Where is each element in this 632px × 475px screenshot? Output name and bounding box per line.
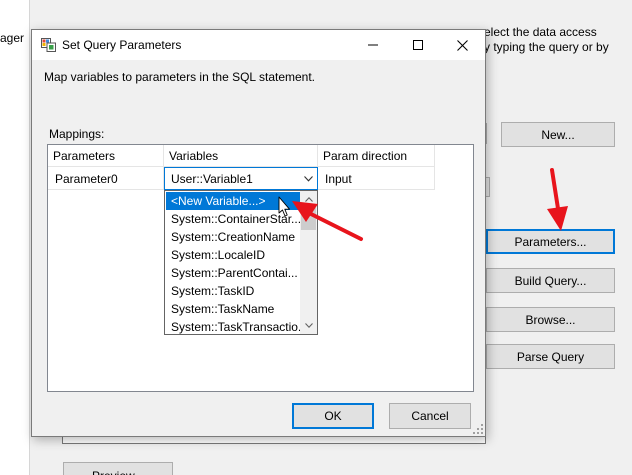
app-icon: [41, 38, 56, 52]
scroll-thumb[interactable]: [301, 208, 316, 230]
dropdown-item[interactable]: System::LocaleID: [166, 246, 300, 264]
preview-button[interactable]: Preview...: [63, 462, 173, 475]
column-header-param-direction[interactable]: Param direction: [318, 145, 435, 167]
column-header-parameters[interactable]: Parameters: [48, 145, 164, 167]
variable-combobox[interactable]: User::Variable1: [164, 167, 318, 190]
background-left-label: ager: [0, 31, 25, 45]
dropdown-item[interactable]: System::TaskName: [166, 300, 300, 318]
dialog-title: Set Query Parameters: [62, 38, 182, 52]
minimize-icon: [367, 44, 378, 46]
background-left-panel: [0, 0, 30, 475]
column-header-variables[interactable]: Variables: [164, 145, 318, 167]
build-query-button[interactable]: Build Query...: [486, 268, 615, 293]
close-icon: [457, 39, 468, 51]
grid-header: Parameters Variables Param direction: [48, 145, 435, 167]
parameters-button[interactable]: Parameters...: [486, 229, 615, 254]
background-description-line1: elect the data access: [484, 25, 597, 39]
browse-button[interactable]: Browse...: [486, 307, 615, 332]
dropdown-item[interactable]: System::ParentContai...: [166, 264, 300, 282]
dropdown-item[interactable]: System::CreationName: [166, 228, 300, 246]
close-button[interactable]: [440, 30, 485, 60]
parse-query-button[interactable]: Parse Query: [486, 344, 615, 369]
dropdown-item[interactable]: System::TaskID: [166, 282, 300, 300]
dropdown-item[interactable]: System::TaskTransactio...: [166, 318, 300, 334]
cancel-button[interactable]: Cancel: [389, 403, 471, 429]
maximize-button[interactable]: [395, 30, 440, 60]
scroll-up-icon: [304, 197, 313, 202]
dropdown-item[interactable]: System::ContainerStar...: [166, 210, 300, 228]
dialog-description: Map variables to parameters in the SQL s…: [44, 70, 316, 84]
new-button[interactable]: New...: [501, 122, 615, 147]
resize-grip-icon[interactable]: [473, 424, 483, 434]
mappings-label: Mappings:: [49, 127, 105, 141]
ok-button[interactable]: OK: [292, 403, 374, 429]
background-query-field: [62, 436, 486, 444]
variable-combobox-value: User::Variable1: [171, 172, 253, 186]
maximize-icon: [412, 40, 423, 50]
scroll-up-button[interactable]: [300, 191, 317, 208]
combobox-dropdown-button[interactable]: [300, 168, 317, 189]
background-description-line2: y typing the query or by: [484, 40, 609, 54]
scroll-down-icon: [304, 323, 313, 328]
dropdown-scrollbar[interactable]: [300, 191, 317, 334]
set-query-parameters-dialog: Set Query Parameters Map variables to pa…: [31, 29, 486, 437]
chevron-down-icon: [304, 175, 313, 182]
background-description: elect the data access y typing the query…: [484, 25, 632, 55]
scroll-down-button[interactable]: [300, 317, 317, 334]
dialog-titlebar[interactable]: Set Query Parameters: [32, 30, 485, 60]
cell-parameter[interactable]: Parameter0: [48, 167, 164, 190]
mappings-grid[interactable]: Parameters Variables Param direction Par…: [47, 144, 474, 392]
dropdown-item-new-variable[interactable]: <New Variable...>: [166, 192, 300, 210]
minimize-button[interactable]: [350, 30, 395, 60]
cell-param-direction[interactable]: Input: [318, 167, 435, 190]
annotation-arrow-to-parameters: [547, 168, 568, 231]
variable-dropdown-list[interactable]: <New Variable...> System::ContainerStar.…: [164, 190, 318, 335]
